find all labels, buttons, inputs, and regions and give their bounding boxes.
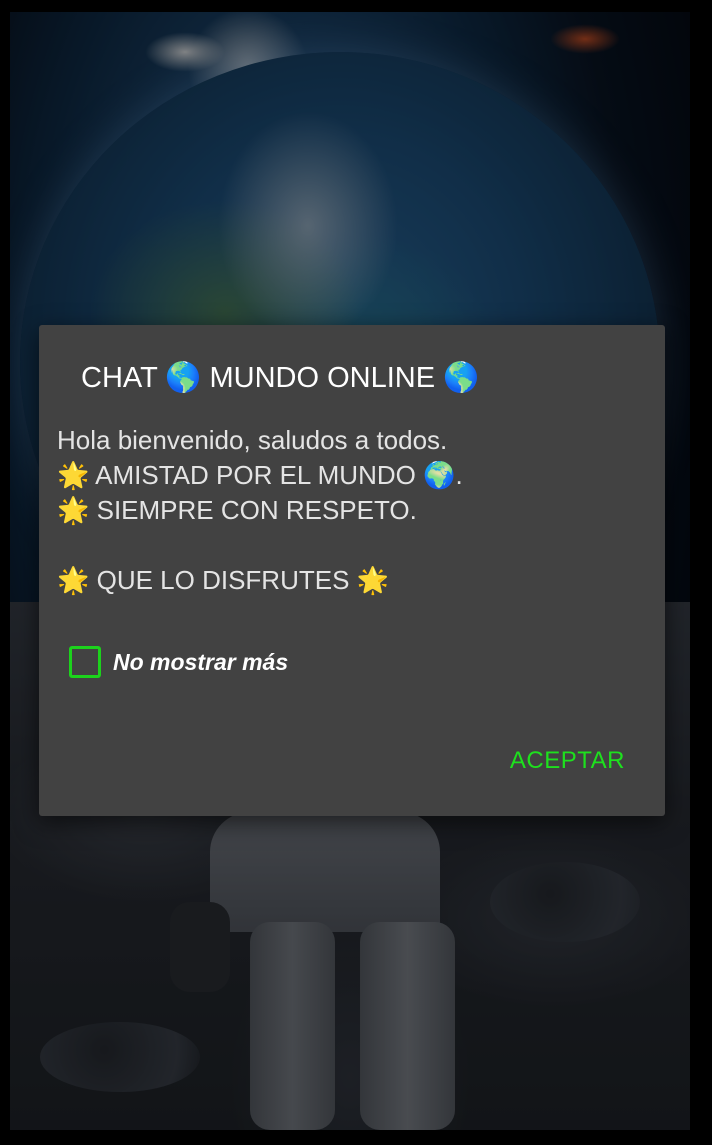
accept-button[interactable]: ACEPTAR: [510, 747, 625, 775]
dont-show-again-checkbox[interactable]: [69, 646, 101, 678]
dialog-title: CHAT 🌎 MUNDO ONLINE 🌎: [81, 362, 480, 394]
message-line-enjoy: 🌟 QUE LO DISFRUTES 🌟: [57, 565, 390, 595]
message-line-friendship: 🌟 AMISTAD POR EL MUNDO 🌍.: [57, 460, 463, 490]
message-line-respect: 🌟 SIEMPRE CON RESPETO.: [57, 495, 417, 525]
welcome-dialog: CHAT 🌎 MUNDO ONLINE 🌎 Hola bienvenido, s…: [39, 325, 665, 816]
message-line-greeting: Hola bienvenido, saludos a todos.: [57, 425, 448, 455]
dont-show-again-row[interactable]: No mostrar más: [69, 645, 288, 679]
app-screen: CHAT 🌎 MUNDO ONLINE 🌎 Hola bienvenido, s…: [0, 0, 712, 1145]
dialog-message: Hola bienvenido, saludos a todos. 🌟 AMIS…: [57, 423, 647, 598]
message-line-blank: [57, 528, 647, 563]
dont-show-again-label[interactable]: No mostrar más: [113, 649, 288, 676]
